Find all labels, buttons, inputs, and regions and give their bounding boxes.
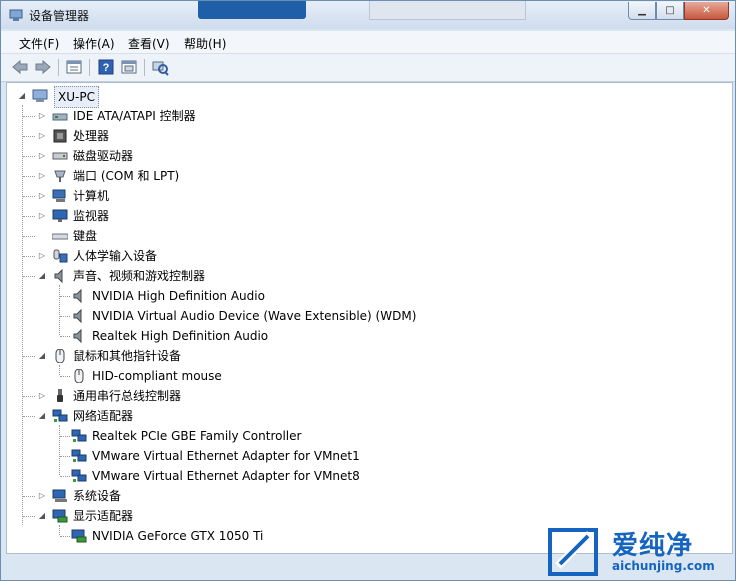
category-label: 声音、视频和游戏控制器: [73, 269, 206, 283]
maximize-button[interactable]: □: [656, 2, 684, 20]
port-icon: [54, 170, 66, 182]
category-label: 处理器: [73, 129, 110, 143]
watermark-brand: 爱纯净: [612, 531, 694, 561]
category-label: 系统设备: [73, 489, 122, 503]
close-icon: ✕: [702, 5, 711, 16]
device-label: VMware Virtual Ethernet Adapter for VMne…: [92, 449, 360, 463]
category-label: 网络适配器: [73, 409, 134, 423]
monitor-icon: [52, 209, 68, 222]
forward-icon[interactable]: [34, 58, 52, 76]
computer-root-icon: [32, 89, 48, 102]
device-label: Realtek PCIe GBE Family Controller: [92, 429, 302, 443]
category-label: 计算机: [73, 189, 110, 203]
menu-view[interactable]: 查看(V): [128, 35, 170, 52]
title-bar[interactable]: 设备管理器 ▁ □ ✕: [1, 1, 735, 29]
category-label: 人体学输入设备: [73, 249, 158, 263]
window-title: 设备管理器: [29, 9, 90, 23]
expand-triangle-icon[interactable]: ▷: [37, 206, 47, 226]
collapse-triangle-icon[interactable]: ◢: [37, 406, 47, 426]
expand-triangle-icon[interactable]: ▷: [37, 246, 47, 266]
collapse-triangle-icon[interactable]: ◢: [37, 266, 47, 286]
expand-triangle-icon[interactable]: ▷: [37, 106, 47, 126]
expand-triangle-icon[interactable]: ▷: [37, 486, 47, 506]
category-label: 显示适配器: [73, 509, 134, 523]
network-adapter-icon: [71, 449, 87, 462]
expand-triangle-icon[interactable]: ▷: [37, 386, 47, 406]
device-label: HID-compliant mouse: [92, 369, 222, 383]
device-label: NVIDIA Virtual Audio Device (Wave Extens…: [92, 309, 417, 323]
network-adapter-icon: [71, 429, 87, 442]
usb-icon: [57, 389, 63, 402]
processor-icon: [53, 129, 67, 143]
category-label: 端口 (COM 和 LPT): [73, 169, 180, 183]
expand-triangle-icon[interactable]: ▷: [37, 186, 47, 206]
display-device-icon: [71, 529, 87, 543]
category-label: 鼠标和其他指针设备: [73, 349, 182, 363]
category-label: 磁盘驱动器: [73, 149, 134, 163]
system-device-icon: [52, 489, 67, 502]
sound-device-icon: [73, 309, 82, 323]
toolbar: ?: [1, 54, 735, 82]
mouse-icon: [55, 349, 65, 363]
collapse-triangle-icon[interactable]: ◢: [17, 86, 27, 106]
menu-help[interactable]: 帮助(H): [184, 35, 226, 52]
collapse-triangle-icon[interactable]: ◢: [37, 506, 47, 526]
menu-file[interactable]: 文件(F): [19, 35, 59, 52]
help-icon[interactable]: ?: [97, 58, 115, 76]
menu-action[interactable]: 操作(A): [73, 35, 115, 52]
mouse-device-icon: [74, 369, 84, 383]
title-overlay-block: [198, 1, 306, 19]
device-tree[interactable]: ◢ XU-PC ▷ IDE ATA/ATAPI 控制器 ▷ 处理器 ▷ 磁盘驱动…: [6, 82, 733, 554]
back-icon[interactable]: [11, 58, 29, 76]
expand-triangle-icon[interactable]: ▷: [37, 146, 47, 166]
expand-triangle-icon[interactable]: ▷: [37, 166, 47, 186]
device-label: Realtek High Definition Audio: [92, 329, 269, 343]
root-label: XU-PC: [54, 86, 99, 108]
computer-icon: [52, 189, 66, 202]
device-label: NVIDIA GeForce GTX 1050 Ti: [92, 529, 264, 543]
device-label: VMware Virtual Ethernet Adapter for VMne…: [92, 469, 360, 483]
minimize-icon: ▁: [638, 5, 646, 16]
device-manager-window: 设备管理器 ▁ □ ✕ 文件(F) 操作(A) 查看(V) 帮助(H) ? ◢ …: [0, 0, 736, 581]
svg-text:?: ?: [103, 62, 110, 74]
close-button[interactable]: ✕: [684, 2, 729, 20]
properties-view-icon[interactable]: [65, 58, 83, 76]
category-label: IDE ATA/ATAPI 控制器: [73, 109, 196, 123]
sound-device-icon: [73, 289, 82, 303]
display-adapter-icon: [52, 509, 68, 523]
expand-triangle-icon[interactable]: ▷: [37, 126, 47, 146]
watermark-url: aichunjing.com: [612, 559, 715, 573]
hid-icon: [53, 249, 68, 263]
category-label: 键盘: [73, 229, 98, 243]
network-adapter-icon: [71, 469, 87, 482]
ide-controller-icon: [52, 113, 68, 121]
collapse-triangle-icon[interactable]: ◢: [37, 346, 47, 366]
sound-device-icon: [73, 329, 82, 343]
menu-bar: 文件(F) 操作(A) 查看(V) 帮助(H): [1, 31, 735, 54]
keyboard-icon: [52, 233, 68, 240]
device-manager-app-icon: [9, 9, 23, 21]
network-icon: [52, 409, 68, 422]
disk-drive-icon: [52, 152, 68, 160]
sound-icon: [54, 269, 63, 283]
maximize-icon: □: [665, 5, 675, 16]
category-label: 监视器: [73, 209, 110, 223]
title-overlay-block-2: [369, 1, 526, 20]
show-hidden-icon[interactable]: [120, 58, 138, 76]
minimize-button[interactable]: ▁: [628, 2, 656, 20]
device-label: NVIDIA High Definition Audio: [92, 289, 265, 303]
category-label: 通用串行总线控制器: [73, 389, 182, 403]
scan-hardware-icon[interactable]: [151, 58, 169, 76]
